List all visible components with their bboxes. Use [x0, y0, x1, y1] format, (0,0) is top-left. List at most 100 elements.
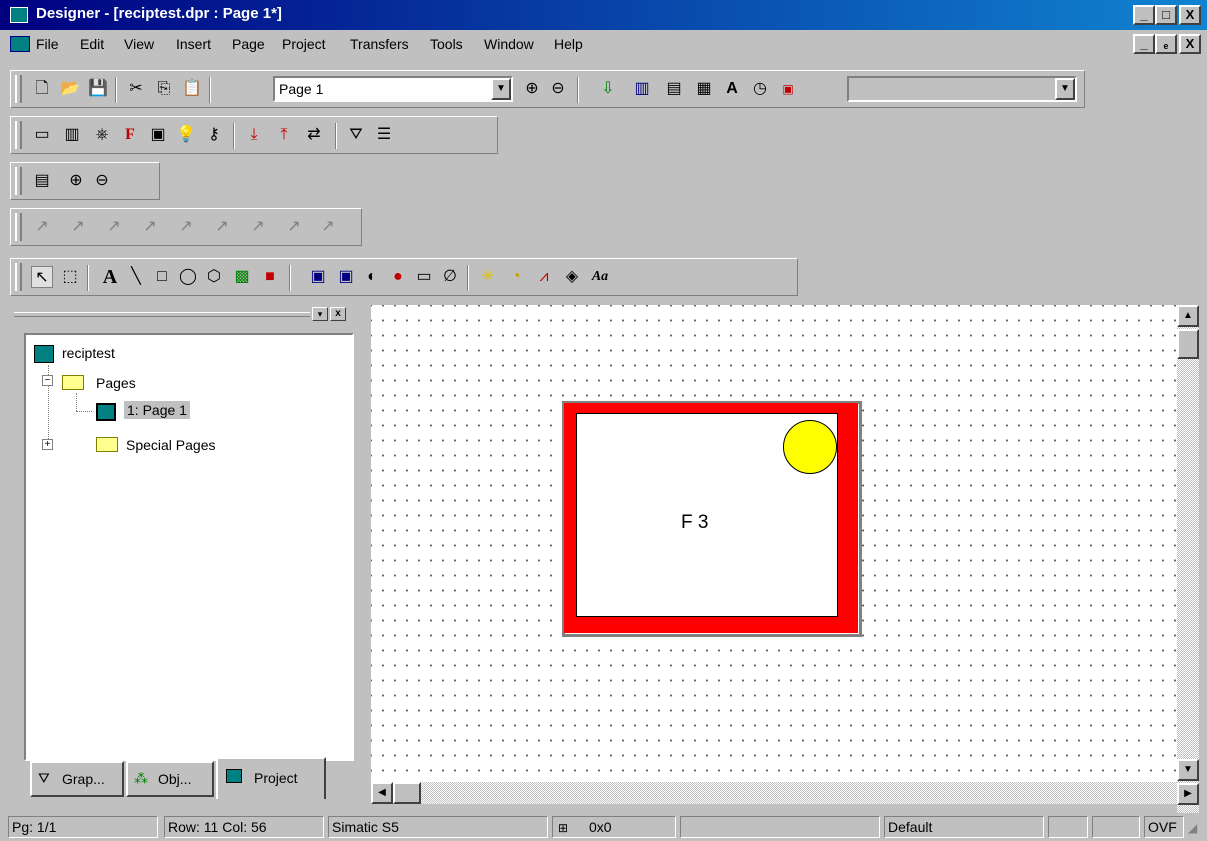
menu-project[interactable]: Project	[282, 36, 326, 52]
dropdown-arrow-icon[interactable]: ▼	[1055, 78, 1075, 100]
menu-edit[interactable]: Edit	[80, 36, 104, 52]
language-4-icon[interactable]: ↗	[139, 216, 161, 238]
language-2-icon[interactable]: ↗	[67, 216, 89, 238]
scroll-down-icon[interactable]: ▼	[1177, 759, 1199, 781]
maximize-button[interactable]: □	[1155, 5, 1177, 25]
language-6-icon[interactable]: ↗	[211, 216, 233, 238]
toolbar-grip[interactable]	[15, 167, 22, 195]
film-icon[interactable]: ▦	[693, 78, 715, 100]
horizontal-scroll-thumb[interactable]	[393, 782, 421, 804]
copy-icon[interactable]: ⎘	[153, 78, 175, 100]
panel-close-icon[interactable]: x	[330, 307, 346, 321]
menu-window[interactable]: Window	[484, 36, 534, 52]
menu-transfers[interactable]: Transfers	[350, 36, 409, 52]
language-5-icon[interactable]: ↗	[175, 216, 197, 238]
menu-view[interactable]: View	[124, 36, 154, 52]
font-icon[interactable]: Aa	[589, 266, 611, 288]
text-icon[interactable]: A	[99, 266, 121, 288]
variable-icon[interactable]: ▣	[777, 78, 799, 100]
bar-graph-icon[interactable]: ▥	[631, 78, 653, 100]
tree-item-pages[interactable]: Pages	[96, 375, 136, 391]
button-shape-icon[interactable]: ▭	[413, 266, 435, 288]
counter-icon[interactable]: ⇩	[597, 78, 619, 100]
lamp-off-icon[interactable]: ◐	[361, 266, 383, 288]
text-style-icon[interactable]: A	[721, 78, 743, 100]
toolbar-grip[interactable]	[15, 75, 22, 103]
bulb-icon[interactable]: 💡	[175, 124, 197, 146]
empty-set-icon[interactable]: ∅	[439, 266, 461, 288]
tree-item-special-pages[interactable]: Special Pages	[126, 437, 216, 453]
selection-rect-icon[interactable]: ⬚	[59, 266, 81, 288]
scroll-right-icon[interactable]: ▶	[1177, 783, 1199, 805]
lamp-on-icon[interactable]: ●	[387, 266, 409, 288]
zoom-in-icon[interactable]: ⊕	[521, 78, 543, 100]
panel-restore-icon[interactable]: ▾	[312, 307, 328, 321]
paste-icon[interactable]: 📋	[181, 78, 203, 100]
language-7-icon[interactable]: ↗	[247, 216, 269, 238]
line-icon[interactable]: ╲	[125, 266, 147, 288]
ellipse-icon[interactable]: ◯	[177, 266, 199, 288]
menu-insert[interactable]: Insert	[176, 36, 211, 52]
scroll-up-icon[interactable]: ▲	[1177, 305, 1199, 327]
tab-project[interactable]: Project	[216, 757, 326, 799]
download-icon[interactable]: ⤓	[243, 124, 265, 146]
numeric-field-icon[interactable]: ▥	[61, 124, 83, 146]
tab-graphics[interactable]: ⛛ Grap...	[30, 761, 124, 797]
pointer-icon[interactable]: ↖	[31, 266, 53, 288]
app-icon[interactable]	[10, 7, 28, 23]
zoom-in-icon[interactable]: ⊕	[65, 170, 87, 192]
network-icon[interactable]: ⎈	[91, 124, 113, 146]
panel-grip[interactable]	[14, 312, 310, 317]
image-icon[interactable]: ▩	[231, 266, 253, 288]
menu-tools[interactable]: Tools	[430, 36, 463, 52]
collapse-icon[interactable]: −	[42, 375, 53, 386]
new-icon[interactable]: 🗋	[31, 78, 53, 100]
clock-icon[interactable]: ◷	[749, 78, 771, 100]
toolbar-grip[interactable]	[15, 263, 22, 291]
property-select[interactable]: ▼	[847, 76, 1077, 102]
function-icon[interactable]: F	[119, 124, 141, 146]
language-9-icon[interactable]: ↗	[317, 216, 339, 238]
dropdown-arrow-icon[interactable]: ▼	[491, 78, 511, 100]
trend-icon[interactable]: ⩘	[533, 266, 555, 288]
child-minimize-button[interactable]: _	[1133, 34, 1155, 54]
vertical-scroll-thumb[interactable]	[1177, 329, 1199, 359]
save-icon[interactable]: 💾	[87, 78, 109, 100]
object-circle[interactable]	[783, 420, 837, 474]
child-restore-button[interactable]: ₑ	[1155, 34, 1177, 54]
cut-icon[interactable]: ✂	[125, 78, 147, 100]
resize-grip-icon[interactable]: ◢	[1188, 821, 1197, 835]
project-tree[interactable]: reciptest − Pages 1: Page 1 + Special Pa…	[24, 333, 354, 761]
light-icon[interactable]: ✳	[477, 266, 499, 288]
document-icon[interactable]	[10, 36, 30, 52]
page-select[interactable]: Page 1 ▼	[273, 76, 513, 102]
title-bar[interactable]: Designer - [reciptest.dpr : Page 1*] _ □…	[0, 0, 1207, 30]
page-canvas[interactable]: F 3	[371, 305, 1177, 782]
field-icon[interactable]: ▭	[31, 124, 53, 146]
language-1-icon[interactable]: ↗	[31, 216, 53, 238]
gauge-icon[interactable]: ◔	[505, 266, 527, 288]
minimize-button[interactable]: _	[1133, 5, 1155, 25]
expand-icon[interactable]: +	[42, 439, 53, 450]
transfer-icon[interactable]: ⇄	[303, 124, 325, 146]
tab-objects[interactable]: ⁂ Obj...	[126, 761, 214, 797]
function-key-icon[interactable]: ▣	[307, 266, 329, 288]
color-block-icon[interactable]: ■	[259, 266, 281, 288]
image-field-icon[interactable]: ▣	[147, 124, 169, 146]
scroll-left-icon[interactable]: ◀	[371, 782, 393, 804]
toolbar-grip[interactable]	[15, 213, 22, 241]
open-icon[interactable]: 📂	[59, 78, 81, 100]
zoom-out-icon[interactable]: ⊖	[547, 78, 569, 100]
message-icon[interactable]: ▤	[663, 78, 685, 100]
list-icon[interactable]: ☰	[373, 124, 395, 146]
graphics-library-icon[interactable]: ⛛	[345, 124, 367, 146]
vertical-scrollbar[interactable]: ▲ ▼ ▶	[1177, 305, 1199, 813]
menu-help[interactable]: Help	[554, 36, 583, 52]
page-view-icon[interactable]: ▤	[31, 170, 53, 192]
object-frame[interactable]: F 3	[564, 403, 858, 633]
touch-button-icon[interactable]: ▣	[335, 266, 357, 288]
tree-item-page1[interactable]: 1: Page 1	[124, 401, 190, 419]
horizontal-scrollbar[interactable]: ◀	[371, 782, 1177, 804]
menu-page[interactable]: Page	[232, 36, 265, 52]
language-8-icon[interactable]: ↗	[283, 216, 305, 238]
